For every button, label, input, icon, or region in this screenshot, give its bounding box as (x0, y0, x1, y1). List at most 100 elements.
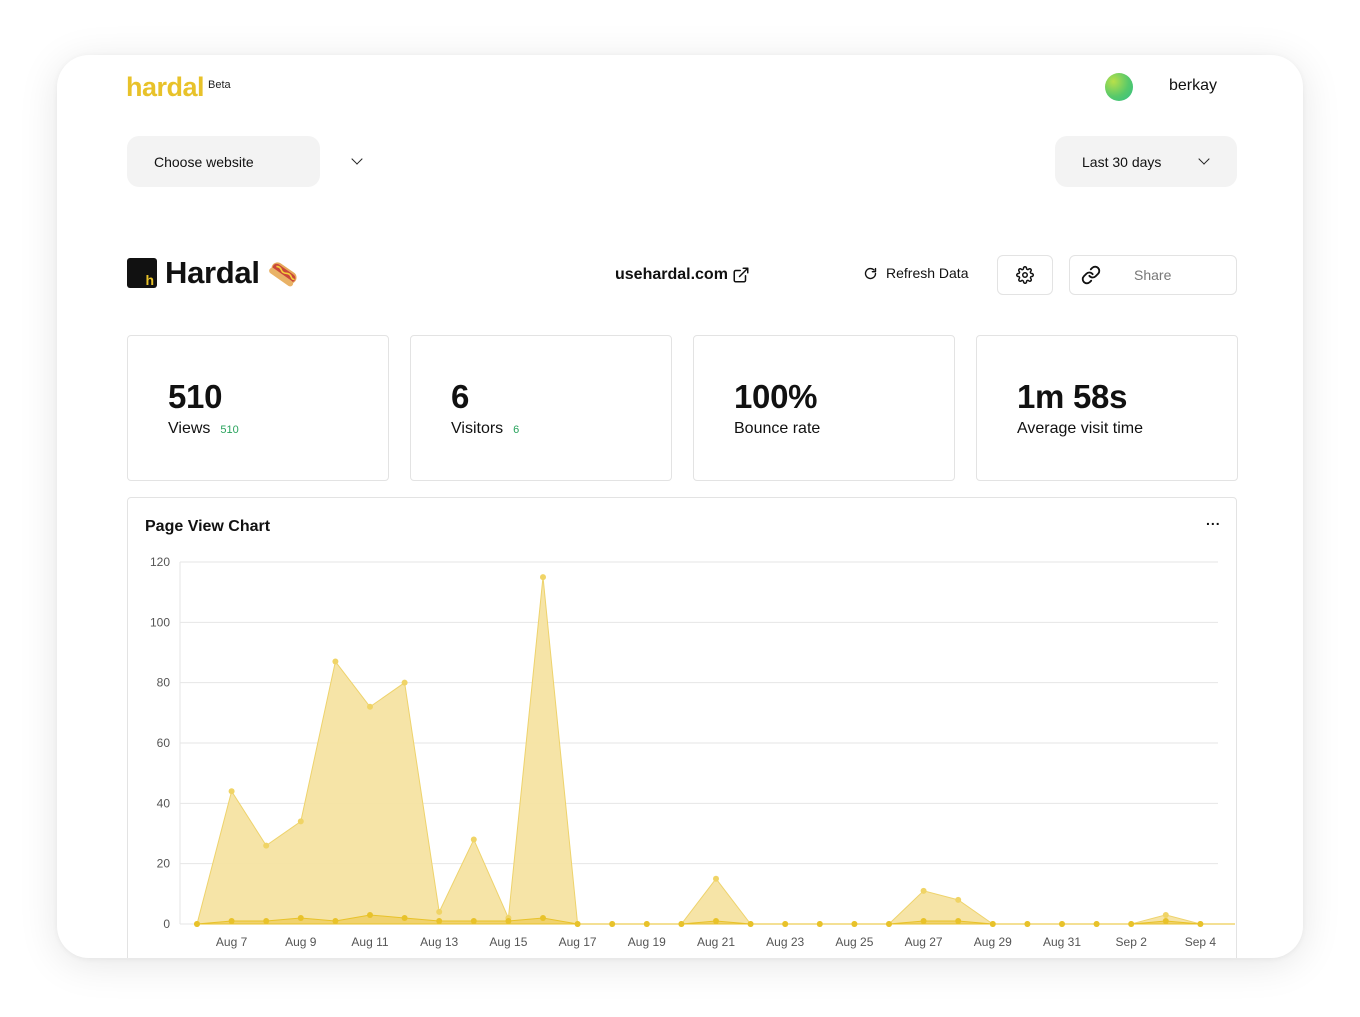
x-tick-label: Aug 27 (905, 935, 943, 949)
chevron-down-icon (1198, 153, 1210, 165)
site-domain: usehardal.com (615, 266, 728, 283)
data-point (228, 917, 235, 924)
data-point (1162, 911, 1169, 918)
series-area (196, 577, 1235, 925)
y-tick-label: 0 (163, 917, 170, 931)
data-point (332, 917, 339, 924)
x-tick-label: Aug 23 (766, 935, 804, 949)
data-point (1024, 921, 1031, 927)
data-point (367, 911, 373, 918)
data-point (1128, 921, 1135, 927)
avatar[interactable] (1105, 73, 1133, 101)
y-tick-label: 40 (157, 796, 171, 810)
data-point (263, 842, 270, 849)
settings-button[interactable] (997, 255, 1053, 295)
hotdog-icon (268, 262, 297, 287)
data-point (713, 875, 719, 882)
site-name: Hardal (165, 255, 260, 290)
stat-label: Average visit time (1017, 420, 1143, 437)
x-tick-label: Aug 19 (628, 935, 666, 949)
share-button[interactable]: Share (1069, 255, 1237, 295)
stat-card-views: 510 Views 510 (127, 335, 389, 481)
data-point (332, 658, 339, 665)
data-point (713, 917, 719, 924)
stat-label-row: Views 510 (168, 420, 239, 438)
x-tick-label: Sep 4 (1185, 935, 1217, 949)
username[interactable]: berkay (1169, 77, 1217, 95)
site-domain-link[interactable]: usehardal.com (615, 266, 750, 284)
choose-website-dropdown[interactable]: Choose website (127, 136, 363, 187)
data-point (816, 921, 823, 927)
data-point (194, 921, 200, 927)
data-point (1093, 921, 1100, 927)
gear-icon (1016, 266, 1034, 284)
stat-label-row: Bounce rate (734, 420, 820, 438)
data-point (782, 921, 789, 927)
data-point (678, 921, 685, 927)
stat-value: 1m 58s (1017, 378, 1128, 415)
x-tick-label: Aug 29 (974, 935, 1012, 949)
data-point (920, 917, 927, 924)
site-logo: h (127, 258, 157, 288)
x-tick-label: Aug 17 (559, 935, 597, 949)
data-point (470, 917, 477, 924)
stat-value: 100% (734, 378, 818, 415)
refresh-label: Refresh Data (886, 265, 969, 281)
data-point (609, 921, 616, 927)
data-point (228, 788, 235, 795)
y-tick-label: 120 (150, 555, 170, 569)
data-point (955, 896, 962, 903)
logo-wordmark: hardal (126, 72, 205, 102)
data-point (574, 921, 581, 927)
refresh-icon (864, 267, 877, 279)
x-tick-label: Aug 11 (351, 935, 388, 949)
x-tick-label: Aug 13 (420, 935, 458, 949)
data-point (263, 917, 270, 924)
data-point (540, 914, 546, 921)
data-point (920, 887, 927, 894)
data-point (470, 836, 477, 843)
stat-label: Bounce rate (734, 420, 821, 437)
refresh-data-button[interactable]: Refresh Data (863, 265, 968, 281)
page-view-chart: 0 20 40 60 80 100 120 Aug 7 Aug 9 Aug 11 Aug 13 Aug… (150, 555, 1235, 949)
app-window: hardal Beta berkay Choose website Last 3… (57, 55, 1303, 958)
chevron-down-icon (351, 153, 363, 165)
stat-value: 510 (168, 378, 223, 415)
stat-label-row: Average visit time (1017, 420, 1143, 438)
x-tick-label: Aug 31 (1043, 935, 1081, 949)
data-point (643, 921, 650, 927)
data-point (747, 921, 754, 927)
y-tick-label: 100 (150, 615, 170, 629)
stat-card-visitors: 6 Visitors 6 (410, 335, 672, 481)
date-range-dropdown[interactable]: Last 30 days (1055, 136, 1237, 187)
x-tick-label: Aug 7 (216, 935, 248, 949)
y-tick-label: 80 (157, 676, 171, 690)
data-point (436, 917, 443, 924)
data-point (367, 703, 373, 710)
hardal-logo[interactable]: hardal Beta (126, 72, 231, 103)
y-tick-label: 60 (157, 736, 171, 750)
page-view-chart-card: Page View Chart ... 0 20 40 60 80 100 120 Aug 7… (127, 497, 1237, 958)
data-point (540, 574, 546, 581)
date-range-label: Last 30 days (1082, 153, 1162, 170)
stat-value: 6 (451, 378, 470, 415)
x-tick-label: Sep 2 (1116, 935, 1148, 949)
y-tick-label: 20 (157, 857, 171, 871)
data-point (401, 679, 408, 686)
data-point (505, 917, 512, 924)
stat-label: Views (168, 420, 211, 437)
data-point (297, 914, 304, 921)
data-point (1197, 921, 1204, 927)
external-link-icon (733, 267, 749, 283)
site-header: h Hardal (127, 255, 300, 291)
data-point (989, 921, 996, 927)
stat-card-bounce-rate: 100% Bounce rate (693, 335, 955, 481)
stat-delta: 510 (220, 424, 239, 436)
stat-delta: 6 (513, 424, 520, 436)
x-tick-label: Aug 25 (835, 935, 873, 949)
x-tick-label: Aug 9 (285, 935, 317, 949)
share-label: Share (1134, 267, 1172, 283)
data-point (436, 908, 443, 915)
stat-card-average-visit-time: 1m 58s Average visit time (976, 335, 1238, 481)
beta-badge: Beta (208, 79, 231, 91)
